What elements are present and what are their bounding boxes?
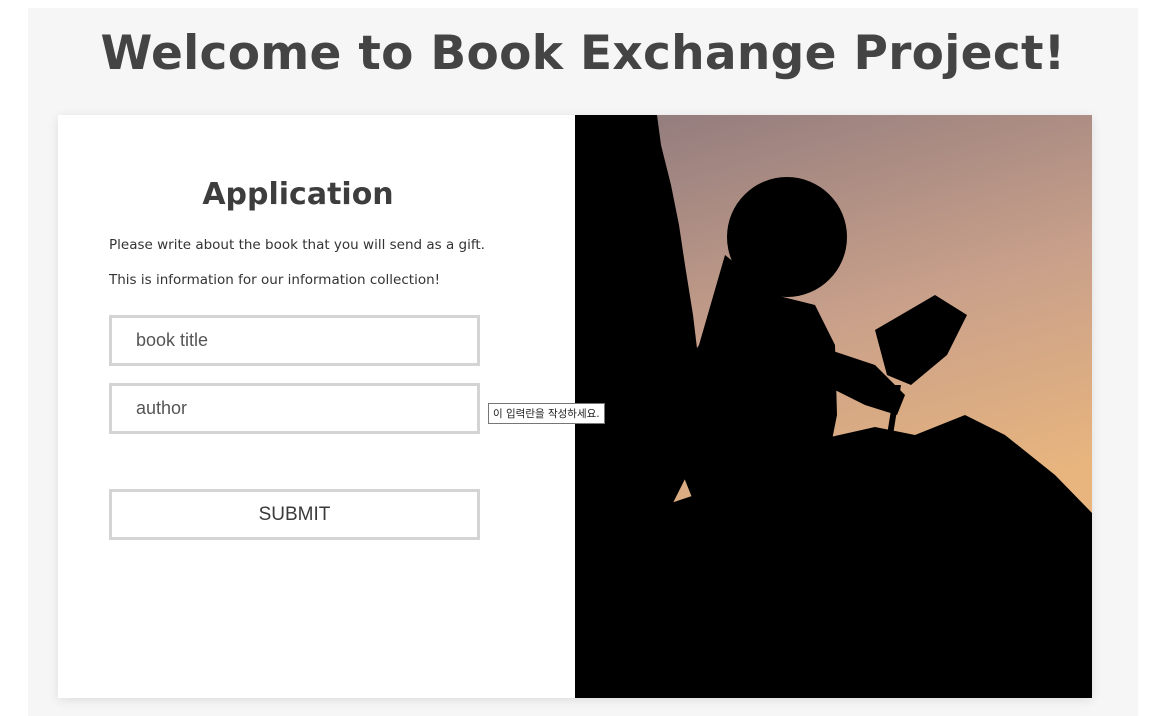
validation-tooltip: 이 입력란을 작성하세요. — [488, 403, 605, 424]
submit-button[interactable]: SUBMIT — [109, 489, 480, 540]
reading-child-photo — [575, 115, 1092, 698]
application-card: Application Please write about the book … — [58, 115, 1092, 698]
reading-child-silhouette-image — [575, 115, 1092, 698]
application-form: Application Please write about the book … — [58, 115, 605, 698]
form-description-line-2: This is information for our information … — [109, 272, 441, 288]
page-background: Welcome to Book Exchange Project! Applic… — [28, 8, 1138, 716]
form-description-line-1: Please write about the book that you wil… — [109, 237, 485, 253]
form-heading: Application — [202, 177, 394, 212]
page-title: Welcome to Book Exchange Project! — [100, 26, 1066, 81]
book-title-input[interactable] — [109, 315, 480, 366]
author-input[interactable] — [109, 383, 480, 434]
